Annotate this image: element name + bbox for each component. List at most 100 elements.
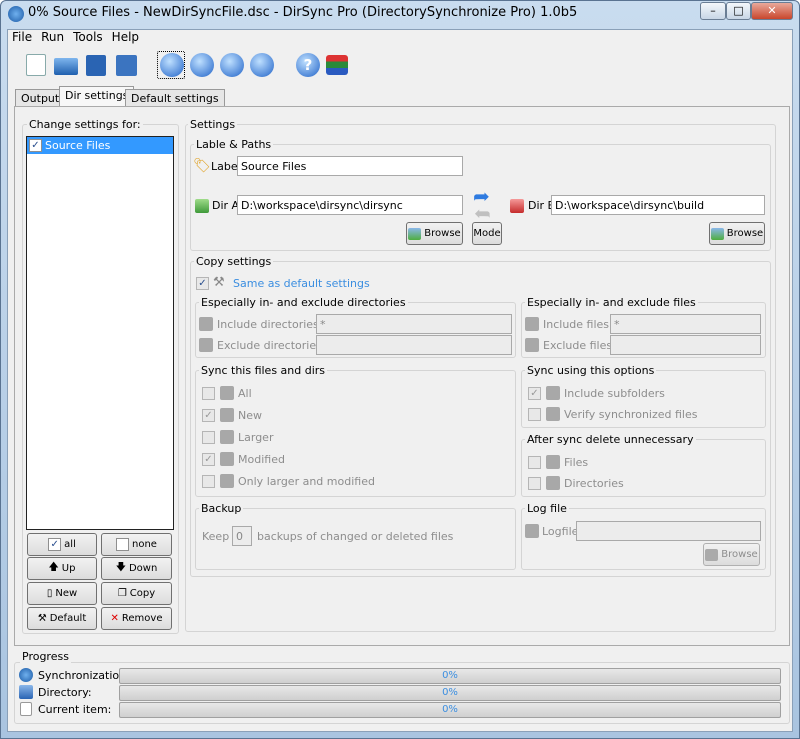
option-checkbox[interactable] — [202, 475, 215, 488]
remove-button[interactable]: ✕ Remove — [101, 607, 172, 630]
option-label: Directories — [564, 477, 624, 490]
arrow-up-icon: 🡅 — [48, 562, 59, 573]
paths-title: Lable & Paths — [194, 138, 274, 151]
option-label: Larger — [238, 431, 274, 444]
log-title: Log file — [525, 502, 569, 515]
copy-icon: ❐ — [117, 588, 127, 599]
open-folder-icon[interactable] — [54, 58, 78, 75]
browse-icon — [408, 227, 422, 240]
option-checkbox[interactable]: ✓ — [202, 453, 215, 466]
tab-output[interactable]: Output — [15, 89, 66, 107]
file-icon — [220, 386, 234, 400]
dir-list[interactable]: ✓ Source Files — [26, 136, 174, 530]
move-up-button[interactable]: 🡅 Up — [27, 557, 97, 580]
logfile-label: Logfile — [542, 525, 579, 538]
tab-dir-settings[interactable]: Dir settings — [59, 86, 135, 107]
select-all-button[interactable]: ✓ all — [27, 533, 97, 556]
settings-title: Settings — [188, 118, 238, 131]
tools-icon: ⚒ — [37, 613, 47, 624]
option-checkbox[interactable] — [202, 431, 215, 444]
change-settings-title: Change settings for: — [27, 118, 143, 131]
exclude-dirs-input[interactable] — [316, 335, 512, 355]
sync-progress-label: Synchronization: — [38, 669, 130, 682]
file-icon — [546, 386, 560, 400]
browse-icon — [710, 227, 724, 240]
folder-icon — [199, 338, 213, 352]
books-icon[interactable] — [326, 55, 348, 75]
new-file-icon[interactable] — [26, 54, 46, 76]
play-icon[interactable] — [190, 53, 214, 77]
default-button[interactable]: ⚒ Default — [27, 607, 97, 630]
option-checkbox[interactable] — [528, 456, 541, 469]
option-checkbox[interactable] — [528, 408, 541, 421]
sync-icon — [19, 668, 33, 682]
edit-icon[interactable] — [116, 55, 137, 76]
window-title: 0% Source Files - NewDirSyncFile.dsc - D… — [28, 5, 578, 20]
tab-default-settings[interactable]: Default settings — [125, 89, 225, 107]
new-button[interactable]: ▯ New — [27, 582, 97, 605]
option-label: All — [238, 387, 252, 400]
minimize-button[interactable]: – — [700, 2, 726, 20]
list-item-checkbox[interactable]: ✓ — [29, 139, 42, 152]
folder-icon — [199, 317, 213, 331]
dir-progress-bar: 0% — [119, 685, 781, 701]
menu-help[interactable]: Help — [112, 30, 139, 44]
move-down-button[interactable]: 🡇 Down — [101, 557, 172, 580]
browse-b-button[interactable]: Browse — [709, 222, 765, 245]
dir-progress-label: Directory: — [38, 686, 92, 699]
same-default-label: Same as default settings — [233, 277, 370, 290]
save-icon[interactable] — [86, 55, 106, 76]
log-browse-button[interactable]: Browse — [703, 543, 760, 566]
folder-red-icon — [510, 199, 524, 213]
option-label: Only larger and modified — [238, 475, 375, 488]
copy-button[interactable]: ❐ Copy — [101, 582, 172, 605]
item-progress-label: Current item: — [38, 703, 112, 716]
close-button[interactable]: ✕ — [751, 2, 793, 20]
stop-icon[interactable] — [250, 53, 274, 77]
mode-button[interactable]: Mode — [472, 222, 502, 245]
dir-b-input[interactable] — [551, 195, 765, 215]
file-icon — [220, 430, 234, 444]
exclude-files-input[interactable] — [610, 335, 761, 355]
option-checkbox[interactable] — [528, 477, 541, 490]
folder-green-icon — [195, 199, 209, 213]
menu-tools[interactable]: Tools — [73, 30, 103, 44]
label-input[interactable] — [237, 156, 463, 176]
list-item[interactable]: ✓ Source Files — [27, 137, 173, 154]
copy-settings-title: Copy settings — [194, 255, 274, 268]
option-label: Verify synchronized files — [564, 408, 698, 421]
help-icon[interactable]: ? — [296, 53, 320, 77]
dir-a-caption: Dir A — [212, 199, 240, 212]
progress-title: Progress — [20, 650, 71, 663]
dir-a-input[interactable] — [237, 195, 463, 215]
browse-a-button[interactable]: Browse — [406, 222, 463, 245]
menu-file[interactable]: File — [12, 30, 32, 44]
sync-files-title: Sync this files and dirs — [199, 364, 328, 377]
file-icon — [546, 476, 560, 490]
logfile-input[interactable] — [576, 521, 761, 541]
backup-count-input[interactable] — [232, 526, 252, 546]
option-checkbox[interactable]: ✓ — [202, 409, 215, 422]
new-icon: ▯ — [46, 588, 53, 599]
option-checkbox[interactable] — [202, 387, 215, 400]
file-icon — [546, 455, 560, 469]
include-files-label: Include files: — [543, 318, 613, 331]
include-dirs-label: Include directories: — [217, 318, 323, 331]
exclude-files-label: Exclude files: — [543, 339, 616, 352]
file-icon — [220, 408, 234, 422]
app-logo-icon — [8, 6, 24, 22]
maximize-button[interactable]: □ — [726, 2, 751, 20]
dirs-filter-title: Especially in- and exclude directories — [199, 296, 408, 309]
include-files-input[interactable] — [610, 314, 761, 334]
option-checkbox[interactable]: ✓ — [528, 387, 541, 400]
tag-icon: 🏷 — [193, 158, 211, 174]
file-icon — [220, 452, 234, 466]
menu-run[interactable]: Run — [41, 30, 64, 44]
same-default-checkbox[interactable]: ✓ — [196, 277, 209, 290]
include-dirs-input[interactable] — [316, 314, 512, 334]
select-none-button[interactable]: none — [101, 533, 172, 556]
sync-step-icon[interactable] — [160, 53, 184, 77]
browse-icon — [705, 548, 719, 561]
pause-icon[interactable] — [220, 53, 244, 77]
option-label: Files — [564, 456, 589, 469]
